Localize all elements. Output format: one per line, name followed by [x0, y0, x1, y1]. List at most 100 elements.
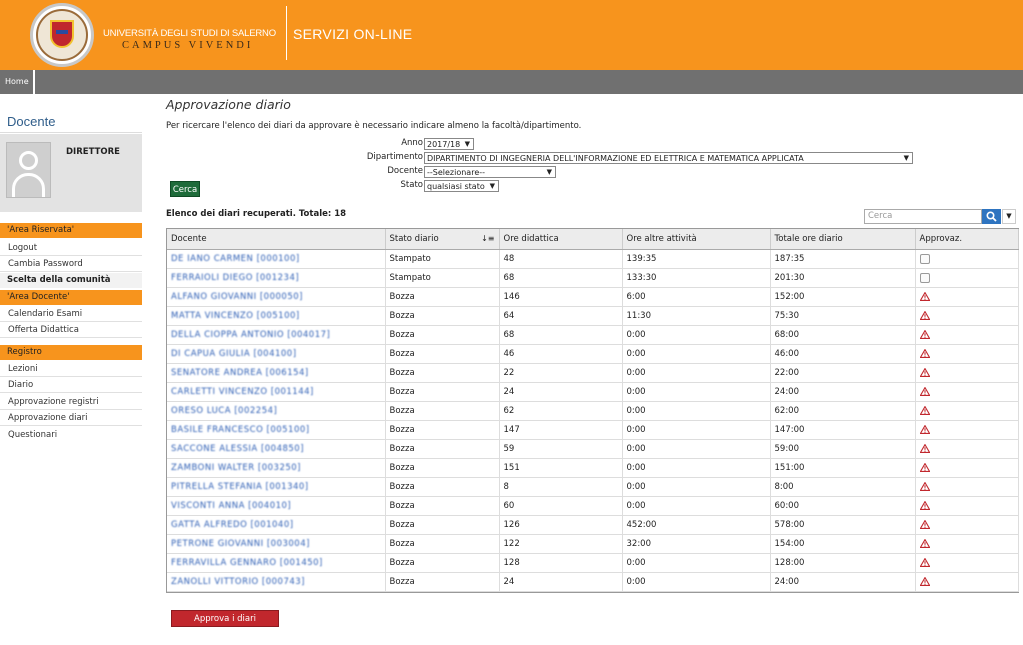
docente-cell[interactable]: MATTA VINCENZO [005100]: [167, 306, 386, 326]
approvaz-cell: [915, 496, 1019, 516]
anno-select[interactable]: 2017/18 ▼: [424, 138, 474, 150]
docente-link[interactable]: ZANOLLI VITTORIO [000743]: [171, 577, 305, 587]
docente-cell[interactable]: GATTA ALFREDO [001040]: [167, 515, 386, 535]
docente-cell[interactable]: DI CAPUA GIULIA [004100]: [167, 344, 386, 364]
docente-link[interactable]: SENATORE ANDREA [006154]: [171, 368, 309, 378]
ore-altre-cell: 0:00: [622, 401, 771, 421]
table-search-button[interactable]: [982, 209, 1001, 224]
anno-label: Anno: [401, 138, 423, 148]
approvaz-cell: [915, 268, 1019, 288]
docente-cell[interactable]: FERRAIOLI DIEGO [001234]: [167, 268, 386, 288]
navbar: Home: [0, 70, 1023, 94]
docente-link[interactable]: PETRONE GIOVANNI [003004]: [171, 539, 310, 549]
cerca-button[interactable]: Cerca: [170, 181, 200, 197]
docente-link[interactable]: CARLETTI VINCENZO [001144]: [171, 387, 314, 397]
docente-cell[interactable]: DELLA CIOPPA ANTONIO [004017]: [167, 325, 386, 345]
search-options-dropdown[interactable]: ▼: [1002, 209, 1016, 224]
docente-cell[interactable]: SENATORE ANDREA [006154]: [167, 363, 386, 383]
col-ore-didattica[interactable]: Ore didattica: [499, 229, 623, 250]
docente-cell[interactable]: DE IANO CARMEN [000100]: [167, 249, 386, 269]
docente-link[interactable]: DI CAPUA GIULIA [004100]: [171, 349, 297, 359]
dipartimento-select[interactable]: DIPARTIMENTO DI INGEGNERIA DELL'INFORMAZ…: [424, 152, 913, 164]
sidebar-item-calendario[interactable]: Calendario Esami: [0, 306, 142, 322]
table-row: ALFANO GIOVANNI [000050] Bozza 146 6:00 152:…: [167, 287, 1019, 307]
sort-icon[interactable]: ↓≡: [481, 234, 494, 243]
nav-home-link[interactable]: Home: [0, 70, 35, 94]
col-approvaz[interactable]: Approvaz.: [915, 229, 1019, 250]
docente-link[interactable]: ORESO LUCA [002254]: [171, 406, 277, 416]
warning-triangle-icon: [919, 387, 930, 396]
docente-link[interactable]: ZAMBONI WALTER [003250]: [171, 463, 301, 473]
col-ore-altre[interactable]: Ore altre attività: [622, 229, 771, 250]
docente-link[interactable]: MATTA VINCENZO [005100]: [171, 311, 300, 321]
col-stato[interactable]: Stato diario ↓≡: [385, 229, 500, 250]
docente-cell[interactable]: PETRONE GIOVANNI [003004]: [167, 534, 386, 554]
ore-altre-cell: 133:30: [622, 268, 771, 288]
approve-checkbox[interactable]: [919, 272, 930, 283]
docente-link[interactable]: BASILE FRANCESCO [005100]: [171, 425, 310, 435]
sidebar-section-area-riservata: 'Area Riservata': [0, 223, 142, 238]
docente-link[interactable]: DE IANO CARMEN [000100]: [171, 254, 300, 264]
ore-altre-cell: 0:00: [622, 572, 771, 592]
stato-select[interactable]: qualsiasi stato ▼: [424, 180, 499, 192]
ore-altre-cell: 32:00: [622, 534, 771, 554]
ore-altre-cell: 6:00: [622, 287, 771, 307]
profile-role: DIRETTORE: [66, 147, 120, 157]
totale-ore-cell: 187:35: [770, 249, 916, 269]
university-seal-icon[interactable]: [30, 3, 94, 67]
approvaz-cell: [915, 401, 1019, 421]
docente-select[interactable]: --Selezionare-- ▼: [424, 166, 556, 178]
page-title: Approvazione diario: [166, 97, 291, 112]
sidebar-item-questionari[interactable]: Questionari: [0, 427, 142, 443]
ore-didattica-cell: 62: [499, 401, 623, 421]
docente-link[interactable]: GATTA ALFREDO [001040]: [171, 520, 294, 530]
table-search-input[interactable]: Cerca: [864, 209, 982, 224]
docente-cell[interactable]: VISCONTI ANNA [004010]: [167, 496, 386, 516]
ore-altre-cell: 0:00: [622, 344, 771, 364]
docente-link[interactable]: PITRELLA STEFANIA [001340]: [171, 482, 309, 492]
approve-selected-button[interactable]: Approva i diari selezionati: [171, 610, 279, 641]
docente-cell[interactable]: FERRAVILLA GENNARO [001450]: [167, 553, 386, 573]
sidebar-item-logout[interactable]: Logout: [0, 240, 142, 256]
docente-link[interactable]: FERRAIOLI DIEGO [001234]: [171, 273, 299, 283]
approvaz-cell: [915, 287, 1019, 307]
approve-checkbox[interactable]: [919, 253, 930, 264]
ore-altre-cell: 0:00: [622, 325, 771, 345]
totale-ore-cell: 201:30: [770, 268, 916, 288]
docente-cell[interactable]: ZANOLLI VITTORIO [000743]: [167, 572, 386, 592]
ore-didattica-cell: 59: [499, 439, 623, 459]
warning-triangle-icon: [919, 311, 930, 320]
table-row: DE IANO CARMEN [000100] Stampato 48 139:35 1…: [167, 249, 1019, 269]
docente-cell[interactable]: BASILE FRANCESCO [005100]: [167, 420, 386, 440]
university-motto: CAMPUS VIVENDI: [122, 40, 254, 51]
table-body: DE IANO CARMEN [000100] Stampato 48 139:35 1…: [167, 249, 1019, 592]
col-totale[interactable]: Totale ore diario: [770, 229, 916, 250]
sidebar-item-approvazione-registri[interactable]: Approvazione registri: [0, 394, 142, 410]
docente-cell[interactable]: SACCONE ALESSIA [004850]: [167, 439, 386, 459]
warning-triangle-icon: [919, 520, 930, 529]
sidebar-item-approvazione-diari[interactable]: Approvazione diari: [0, 410, 142, 426]
docente-cell[interactable]: ORESO LUCA [002254]: [167, 401, 386, 421]
sidebar-item-lezioni[interactable]: Lezioni: [0, 361, 142, 377]
docente-link[interactable]: SACCONE ALESSIA [004850]: [171, 444, 304, 454]
sidebar-item-change-password[interactable]: Cambia Password: [0, 256, 142, 272]
docente-link[interactable]: FERRAVILLA GENNARO [001450]: [171, 558, 323, 568]
docente-link[interactable]: ALFANO GIOVANNI [000050]: [171, 292, 303, 302]
docente-cell[interactable]: ZAMBONI WALTER [003250]: [167, 458, 386, 478]
ore-didattica-cell: 122: [499, 534, 623, 554]
sidebar-item-community[interactable]: Scelta della comunità: [0, 273, 142, 288]
instructions-text: Per ricercare l'elenco dei diari da appr…: [166, 121, 582, 131]
ore-altre-cell: 0:00: [622, 439, 771, 459]
docente-link[interactable]: DELLA CIOPPA ANTONIO [004017]: [171, 330, 330, 340]
table-row: SACCONE ALESSIA [004850] Bozza 59 0:00 59:00: [167, 439, 1019, 459]
docente-cell[interactable]: PITRELLA STEFANIA [001340]: [167, 477, 386, 497]
docente-link[interactable]: VISCONTI ANNA [004010]: [171, 501, 291, 511]
col-docente[interactable]: Docente: [167, 229, 386, 250]
docente-cell[interactable]: CARLETTI VINCENZO [001144]: [167, 382, 386, 402]
stato-select-value: qualsiasi stato: [427, 182, 485, 191]
docente-cell[interactable]: ALFANO GIOVANNI [000050]: [167, 287, 386, 307]
warning-triangle-icon: [919, 444, 930, 453]
sidebar-item-diario[interactable]: Diario: [0, 377, 142, 393]
sidebar-item-offerta[interactable]: Offerta Didattica: [0, 322, 142, 338]
table-row: FERRAIOLI DIEGO [001234] Stampato 68 133:30…: [167, 268, 1019, 288]
